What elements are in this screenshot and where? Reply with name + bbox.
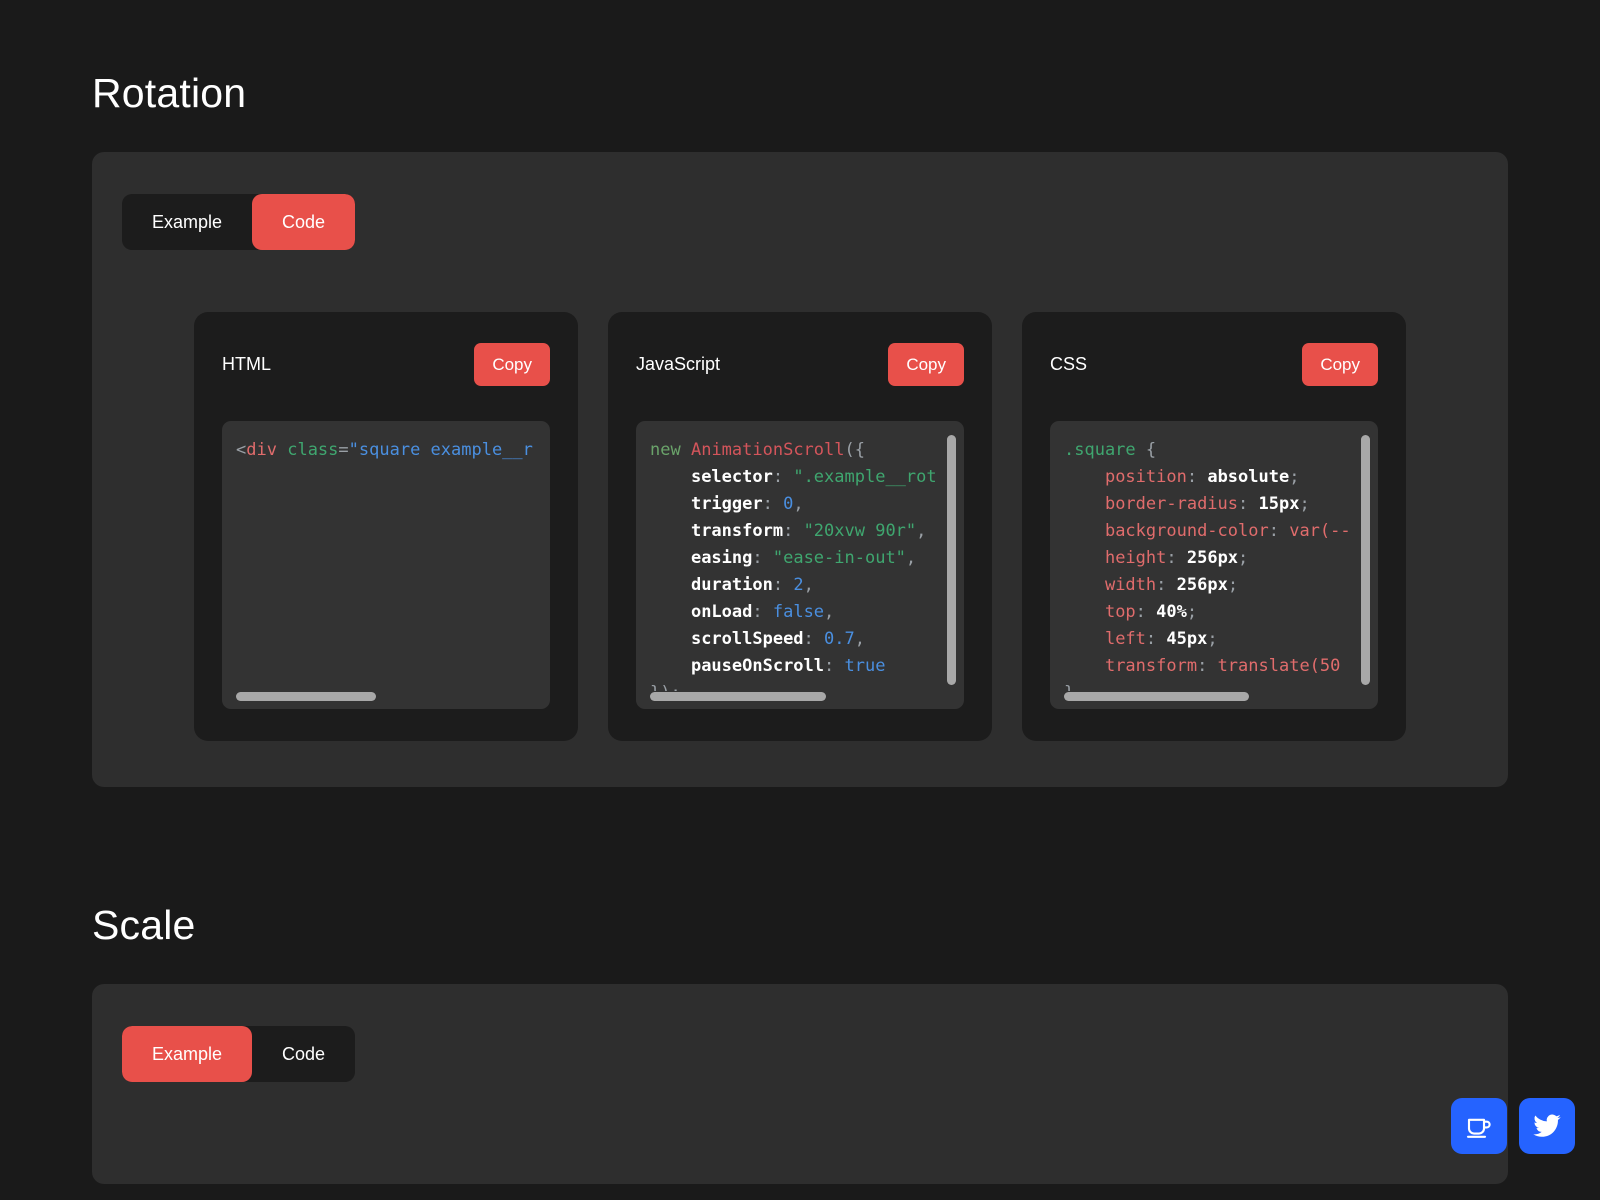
copy-button-html[interactable]: Copy	[474, 342, 550, 386]
tab-example-rotation[interactable]: Example	[122, 194, 252, 250]
js-val-transform: "20xvw 90r"	[803, 521, 917, 541]
css-val-left: 45px	[1166, 629, 1208, 649]
page-title-scale: Scale	[92, 902, 196, 948]
js-prop-onload: onLoad	[690, 602, 753, 622]
css-open-brace: {	[1145, 440, 1157, 460]
tab-code-scale[interactable]: Code	[252, 1026, 355, 1082]
js-prop-selector: selector	[690, 467, 773, 487]
css-prop-background-color: background-color	[1104, 521, 1269, 541]
js-comma-1: ,	[793, 494, 804, 514]
js-val-duration: 2	[793, 575, 804, 595]
code-card-javascript: JavaScript Copy new AnimationScroll({ se…	[608, 312, 992, 741]
css-prop-height: height	[1104, 548, 1167, 568]
scale-tab-group: Example Code	[122, 1026, 356, 1082]
css-prop-position: position	[1104, 467, 1187, 487]
js-val-easing: "ease-in-out"	[772, 548, 906, 568]
js-prop-trigger: trigger	[690, 494, 763, 514]
js-open-punct: ({	[844, 440, 865, 460]
rotation-tab-group: Example Code	[122, 194, 356, 250]
twitter-icon	[1532, 1111, 1562, 1141]
js-prop-easing: easing	[690, 548, 753, 568]
css-val-background-color: var(--	[1289, 521, 1351, 541]
js-comma-3: ,	[905, 548, 917, 568]
code-text-css: .square { position: absolute; border-rad…	[1064, 437, 1374, 691]
css-prop-top: top	[1104, 602, 1136, 622]
card-label-css: CSS	[1050, 354, 1088, 374]
code-block-javascript[interactable]: new AnimationScroll({ selector: ".exampl…	[636, 421, 964, 709]
buy-me-a-coffee-button[interactable]	[1451, 1098, 1507, 1154]
code-block-html[interactable]: <div class="square example__r	[222, 421, 550, 709]
page-title-rotation: Rotation	[92, 70, 247, 116]
js-val-pauseonscroll: true	[844, 656, 886, 676]
page-root: Rotation Example Code HTML Copy <div cla…	[0, 0, 1600, 1200]
horizontal-scrollbar-html[interactable]	[236, 692, 376, 701]
css-prop-border-radius: border-radius	[1104, 494, 1239, 514]
js-prop-scrollspeed: scrollSpeed	[690, 629, 804, 649]
css-val-position: absolute	[1207, 467, 1290, 487]
card-head-css: CSS Copy	[1050, 342, 1378, 386]
css-prop-width: width	[1104, 575, 1157, 595]
card-label-javascript: JavaScript	[636, 354, 721, 374]
js-val-onload: false	[772, 602, 825, 622]
code-text-html: <div class="square example__r	[236, 437, 546, 691]
tab-example-scale[interactable]: Example	[122, 1026, 253, 1082]
scale-section-panel: Example Code	[92, 984, 1508, 1184]
html-tag: div	[246, 440, 277, 460]
js-comma-5: ,	[824, 602, 835, 622]
copy-button-javascript[interactable]: Copy	[888, 342, 964, 386]
tab-code-rotation[interactable]: Code	[252, 194, 356, 250]
copy-button-css[interactable]: Copy	[1302, 342, 1378, 386]
code-card-css: CSS Copy .square { position: absolute; b…	[1022, 312, 1406, 741]
html-attr: class	[287, 440, 339, 460]
html-lt: <	[236, 440, 247, 460]
js-prop-transform: transform	[690, 521, 784, 541]
code-block-css[interactable]: .square { position: absolute; border-rad…	[1050, 421, 1378, 709]
card-label-html: HTML	[222, 354, 271, 374]
js-comma-4: ,	[803, 575, 814, 595]
vertical-scrollbar-javascript[interactable]	[947, 435, 956, 685]
code-text-javascript: new AnimationScroll({ selector: ".exampl…	[650, 437, 960, 691]
code-cards-row: HTML Copy <div class="square example__r …	[122, 312, 1478, 741]
css-val-height: 256px	[1186, 548, 1239, 568]
card-head-javascript: JavaScript Copy	[636, 342, 964, 386]
css-semi-3: ;	[1238, 548, 1249, 568]
vertical-scrollbar-css[interactable]	[1361, 435, 1370, 685]
js-val-selector: ".example__rot	[793, 467, 937, 487]
css-selector: .square	[1064, 440, 1136, 460]
css-semi-1: ;	[1299, 494, 1310, 514]
css-val-top: 40%	[1156, 602, 1187, 622]
coffee-icon	[1464, 1111, 1494, 1141]
js-class-name: AnimationScroll	[690, 440, 845, 460]
css-val-width: 256px	[1176, 575, 1228, 595]
css-semi-6: ;	[1207, 629, 1218, 649]
css-val-border-radius: 15px	[1258, 494, 1300, 514]
html-eq: =	[338, 440, 349, 460]
css-prop-transform: transform	[1104, 656, 1198, 676]
js-closing: });	[650, 683, 681, 691]
css-val-transform: translate(50	[1217, 656, 1341, 676]
js-val-scrollspeed: 0.7	[824, 629, 855, 649]
twitter-button[interactable]	[1519, 1098, 1575, 1154]
css-semi-4: ;	[1227, 575, 1239, 595]
css-prop-left: left	[1104, 629, 1146, 649]
js-comma-2: ,	[916, 521, 927, 541]
js-new-keyword: new	[650, 440, 681, 460]
floating-action-buttons	[1451, 1098, 1575, 1154]
horizontal-scrollbar-css[interactable]	[1064, 692, 1249, 701]
code-card-html: HTML Copy <div class="square example__r	[194, 312, 578, 741]
html-value: "square example__r	[348, 440, 533, 460]
js-val-trigger: 0	[783, 494, 794, 514]
css-semi-0: ;	[1289, 467, 1300, 487]
horizontal-scrollbar-javascript[interactable]	[650, 692, 826, 701]
card-head-html: HTML Copy	[222, 342, 550, 386]
js-prop-duration: duration	[690, 575, 773, 595]
css-close-brace: }	[1064, 683, 1074, 691]
css-semi-5: ;	[1186, 602, 1198, 622]
js-prop-pauseonscroll: pauseOnScroll	[690, 656, 825, 676]
rotation-section-panel: Example Code HTML Copy <div class="squar…	[92, 152, 1508, 787]
js-comma-6: ,	[854, 629, 865, 649]
